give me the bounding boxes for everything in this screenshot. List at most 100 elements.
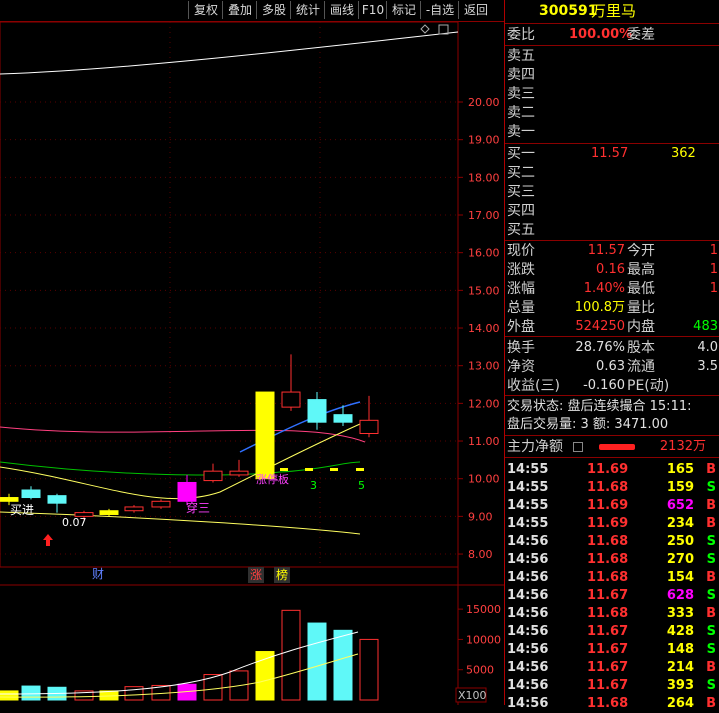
tick-volume: 333 bbox=[666, 606, 694, 621]
weicha-label: 委差 bbox=[627, 27, 655, 43]
volume-bar[interactable] bbox=[307, 622, 327, 701]
tick-volume: 428 bbox=[666, 624, 694, 639]
candle-body[interactable] bbox=[359, 419, 379, 434]
main-net-label: 主力净额 bbox=[507, 439, 563, 455]
tick-price: 11.67 bbox=[587, 660, 629, 675]
volume-bar[interactable] bbox=[21, 685, 41, 701]
candlestick-chart[interactable]: 20.00 19.00 18.00 17.00 16.00 15.00 14.00 13.00… bbox=[0, 22, 504, 705]
candle-body[interactable] bbox=[229, 470, 249, 476]
tick-time: 14:56 bbox=[507, 678, 549, 693]
toolbar-button-1[interactable]: 叠加 bbox=[222, 1, 257, 19]
stat-row: 总量 100.8万 量比 bbox=[505, 299, 719, 317]
candle-body[interactable] bbox=[47, 495, 67, 504]
volume-bar[interactable] bbox=[281, 609, 301, 701]
tick-time: 14:56 bbox=[507, 570, 549, 585]
candle-body[interactable] bbox=[0, 497, 19, 502]
vol-tick-label: 10000 bbox=[466, 633, 501, 646]
main-net-row[interactable]: 主力净额 2132万 bbox=[505, 438, 719, 456]
main-net-value: 2132万 bbox=[659, 439, 706, 454]
tick-mark bbox=[330, 468, 338, 471]
candle-body[interactable] bbox=[333, 414, 353, 423]
tick-row: 14:56 11.68 264 B bbox=[505, 695, 719, 713]
ma-line-red bbox=[0, 426, 366, 443]
tick-side: B bbox=[706, 516, 716, 531]
toolbar-button-5[interactable]: F10 bbox=[358, 1, 387, 19]
through-three-label: 穿三 bbox=[186, 500, 210, 515]
main-net-bar bbox=[599, 444, 635, 450]
vol-tick-label: 15000 bbox=[466, 603, 501, 616]
price-tick-label: 10.00 bbox=[468, 473, 500, 486]
stat2-label-2: 股本 bbox=[627, 340, 655, 356]
price-tick-label: 9.00 bbox=[468, 510, 493, 523]
vol-ma-white bbox=[0, 631, 359, 695]
limit-marker: 涨 bbox=[250, 567, 262, 582]
trade-status-text: 交易状态: 盘后连续撮合 15:11: bbox=[507, 399, 692, 414]
tick-volume: 234 bbox=[666, 516, 694, 531]
price-tick-label: 12.00 bbox=[468, 397, 500, 410]
buy-label: 买二 bbox=[507, 165, 535, 181]
toolbar-button-6[interactable]: 标记 bbox=[386, 1, 421, 19]
tick-row: 14:56 11.67 148 S bbox=[505, 641, 719, 659]
stat-label: 总量 bbox=[507, 300, 535, 316]
candle-body[interactable] bbox=[281, 391, 301, 408]
candle-body[interactable] bbox=[255, 391, 275, 480]
sell-label: 卖四 bbox=[507, 67, 535, 83]
stat2-row: 净资 0.63 流通 3.5 bbox=[505, 358, 719, 376]
tick-time: 14:56 bbox=[507, 552, 549, 567]
sell-label: 卖二 bbox=[507, 105, 535, 121]
count-3-label: 3 bbox=[310, 479, 317, 492]
weibi-row: 委比 100.00% 委差 bbox=[505, 26, 719, 44]
candle-body[interactable] bbox=[99, 510, 119, 515]
tick-price: 11.67 bbox=[587, 678, 629, 693]
sell-row: 卖二 bbox=[505, 104, 719, 122]
volume-bar[interactable] bbox=[359, 638, 379, 701]
toolbar-button-2[interactable]: 多股 bbox=[256, 1, 291, 19]
stat-label: 涨跌 bbox=[507, 262, 535, 278]
stat-row: 外盘 524250 内盘 483 bbox=[505, 318, 719, 336]
stat2-value-2: 4.0 bbox=[697, 340, 718, 355]
stat2-row: 收益(三) -0.160 PE(动) bbox=[505, 377, 719, 395]
tick-time: 14:56 bbox=[507, 696, 549, 711]
tick-time: 14:56 bbox=[507, 606, 549, 621]
sell-row: 卖三 bbox=[505, 85, 719, 103]
dropdown-icon[interactable] bbox=[573, 442, 583, 452]
tick-price: 11.68 bbox=[587, 606, 629, 621]
price-tick-label: 16.00 bbox=[468, 247, 500, 260]
stat2-label: 净资 bbox=[507, 359, 535, 375]
tick-price: 11.69 bbox=[587, 462, 629, 477]
toolbar-button-3[interactable]: 统计 bbox=[290, 1, 325, 19]
tick-price: 11.67 bbox=[587, 624, 629, 639]
volume-bar[interactable] bbox=[0, 690, 19, 701]
candle-body[interactable] bbox=[21, 489, 41, 499]
volume-bar[interactable] bbox=[124, 686, 144, 701]
toolbar-button-8[interactable]: 返回 bbox=[458, 1, 493, 19]
candle-body[interactable] bbox=[203, 470, 223, 482]
tick-side: B bbox=[706, 660, 716, 675]
diamond-icon[interactable] bbox=[420, 24, 430, 34]
price-tick-label: 15.00 bbox=[468, 284, 500, 297]
volume-bar[interactable] bbox=[333, 629, 353, 701]
toolbar-button-0[interactable]: 复权 bbox=[188, 1, 223, 19]
candle-body[interactable] bbox=[124, 506, 144, 512]
tick-side: B bbox=[706, 696, 716, 711]
buy-row: 买五 bbox=[505, 221, 719, 239]
tick-row: 14:56 11.67 214 B bbox=[505, 659, 719, 677]
window-icon[interactable] bbox=[438, 24, 449, 35]
buy-value-label: 0.07 bbox=[62, 516, 87, 529]
buy-label: 买五 bbox=[507, 222, 535, 238]
candle-body[interactable] bbox=[151, 500, 171, 508]
buy-row: 买四 bbox=[505, 202, 719, 220]
candle-body[interactable] bbox=[307, 399, 327, 423]
stat2-value: -0.160 bbox=[583, 378, 625, 393]
toolbar-button-7[interactable]: -自选 bbox=[420, 1, 459, 19]
candle-body[interactable] bbox=[177, 481, 197, 502]
tick-time: 14:56 bbox=[507, 588, 549, 603]
stat-label-2: 最高 bbox=[627, 262, 655, 278]
toolbar-button-4[interactable]: 画线 bbox=[324, 1, 359, 19]
tick-row: 14:56 11.67 428 S bbox=[505, 623, 719, 641]
tick-row: 14:56 11.68 270 S bbox=[505, 551, 719, 569]
tick-side: S bbox=[706, 624, 716, 639]
tick-price: 11.68 bbox=[587, 552, 629, 567]
stat2-value: 0.63 bbox=[596, 359, 625, 374]
stat-value: 524250 bbox=[575, 319, 625, 334]
